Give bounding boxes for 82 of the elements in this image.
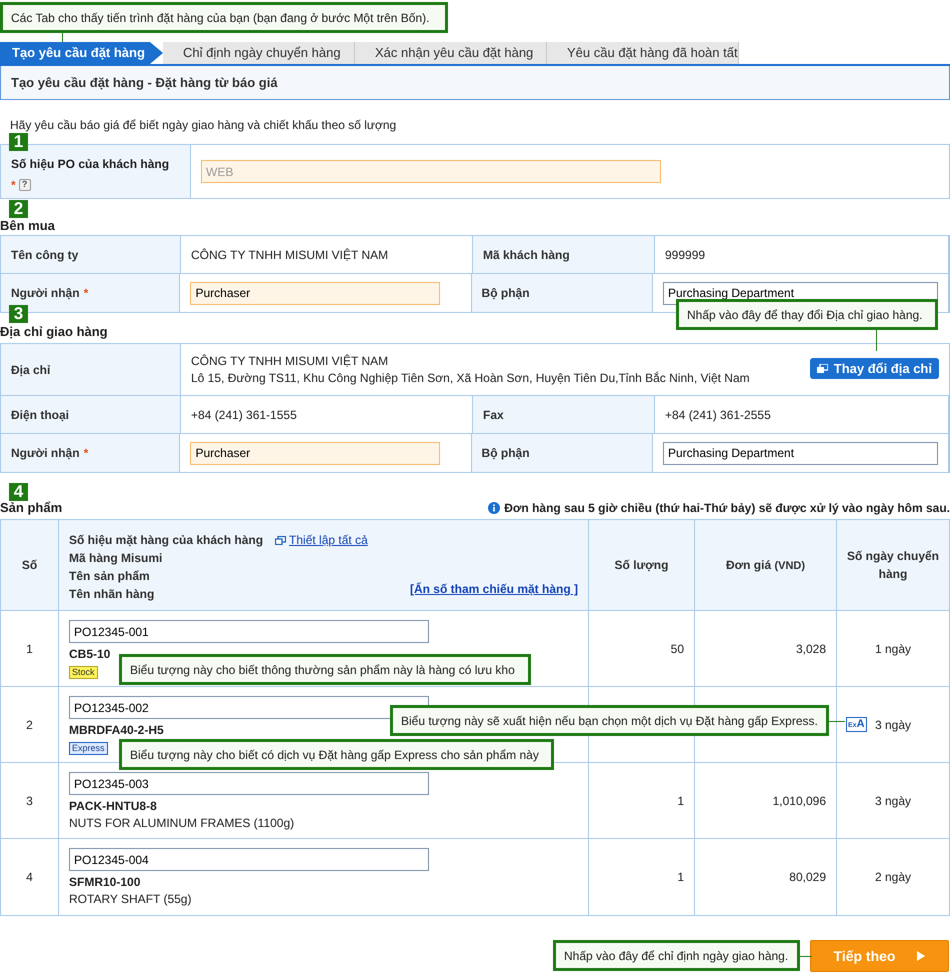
- field-value: +84 (241) 361-1555: [191, 406, 297, 424]
- page-title: Tạo yêu cầu đặt hàng - Đặt hàng từ báo giá: [11, 74, 278, 92]
- section-title: Sản phẩm: [0, 498, 62, 517]
- field-label: Địa chỉ: [11, 362, 50, 378]
- callout-tooltip: Các Tab cho thấy tiến trình đặt hàng của bạn (bạn đang ở bước Một trên Bốn).: [0, 2, 448, 33]
- field-label: Số hiệu PO của khách hàng: [11, 156, 170, 173]
- column-header: Số: [22, 557, 38, 574]
- progress-tab[interactable]: Xác nhận yêu cầu đặt hàng: [355, 42, 547, 64]
- field-label: Người nhận *: [11, 445, 88, 462]
- item-code: SFMR10-100: [69, 874, 140, 891]
- callout-tooltip: Biểu tượng này cho biết có dịch vụ Đặt hàng gấp Express cho sản phẩm này: [119, 739, 554, 770]
- item-name: ROTARY SHAFT (55g): [69, 891, 192, 908]
- unit-price: 3,028: [796, 640, 826, 658]
- window-icon: [816, 364, 828, 373]
- column-header: Số hiệu mặt hàng của khách hàng: [69, 532, 264, 549]
- item-name: NUTS FOR ALUMINUM FRAMES (1100g): [69, 815, 294, 832]
- intro-text: Hãy yêu cầu báo giá để biết ngày giao hàng và chiết khấu theo số lượng: [10, 118, 396, 132]
- callout-tooltip: Nhấp vào đây để chỉ định ngày giao hàng.: [553, 940, 800, 971]
- shipping-days: 1 ngày: [874, 640, 912, 658]
- column-header: Số ngày chuyển hàng: [846, 548, 940, 583]
- address-line: Lô 15, Đường TS11, Khu Công Nghiệp Tiên Sơn, Xã Hoàn Sơn, Huyện Tiên Du,Tỉnh Bắc Ninh, Việt Nam: [191, 370, 750, 386]
- window-icon: [275, 536, 286, 544]
- input-field[interactable]: PO12345-003: [69, 772, 429, 795]
- quantity: 50: [670, 640, 684, 658]
- shipping-days: 3 ngày: [874, 716, 912, 734]
- step-number: 1: [9, 133, 28, 151]
- shipping-days: 3 ngày: [874, 792, 912, 810]
- field-value: 999999: [665, 246, 706, 264]
- step-number: 3: [9, 305, 28, 323]
- address-line: CÔNG TY TNHH MISUMI VIỆT NAM: [191, 352, 388, 370]
- callout-tooltip: Biểu tượng này cho biết thông thường sản phẩm này là hàng có lưu kho: [119, 654, 531, 685]
- quantity: 1: [677, 792, 684, 810]
- column-header: Mã hàng Misumi: [69, 550, 162, 567]
- field-label: Bộ phận: [482, 445, 530, 462]
- input-field[interactable]: WEB: [201, 160, 661, 183]
- field-label: Tên công ty: [11, 246, 78, 264]
- item-code: CB5-10: [69, 646, 110, 663]
- change-address-button[interactable]: Thay đổi địa chỉ: [810, 358, 939, 379]
- item-code: MBRDFA40-2-H5: [69, 722, 164, 739]
- column-header: Số lượng: [614, 557, 668, 574]
- hide-reference-link[interactable]: [Ẩn số tham chiếu mặt hàng ]: [410, 580, 578, 598]
- play-icon: [917, 951, 926, 961]
- row-number: 1: [26, 640, 33, 658]
- shipping-days: 2 ngày: [874, 868, 912, 886]
- stock-badge: Stock: [69, 666, 98, 679]
- input-field[interactable]: Purchaser: [190, 282, 440, 304]
- required-mark: *: [11, 177, 16, 194]
- field-value: +84 (241) 361-2555: [665, 406, 771, 424]
- column-header: Tên sản phẩm: [69, 568, 150, 585]
- field-value: CÔNG TY TNHH MISUMI VIỆT NAM: [191, 246, 388, 264]
- help-icon[interactable]: ?: [18, 179, 31, 191]
- step-number: 2: [9, 200, 28, 218]
- progress-tab[interactable]: Chỉ định ngày chuyển hàng: [163, 42, 355, 64]
- unit-price: 80,029: [789, 869, 826, 886]
- express-badge: Express: [69, 742, 108, 755]
- row-number: 4: [26, 869, 33, 886]
- input-field[interactable]: Purchasing Department: [663, 442, 938, 464]
- row-number: 2: [26, 716, 33, 734]
- section-title: Địa chỉ giao hàng: [0, 324, 108, 339]
- callout-tooltip: Biểu tượng này sẽ xuất hiện nếu bạn chọn một dịch vụ Đặt hàng gấp Express.: [390, 705, 829, 736]
- progress-tab[interactable]: Tạo yêu cầu đặt hàng: [0, 42, 163, 64]
- callout-tooltip: Nhấp vào đây để thay đổi Địa chỉ giao hàng.: [676, 299, 938, 330]
- column-header: Đơn giá (VND): [726, 556, 806, 574]
- item-code: PACK-HNTU8-8: [69, 798, 157, 815]
- field-label: Người nhận *: [11, 285, 88, 302]
- unit-price: 1,010,096: [772, 792, 826, 810]
- info-icon: [488, 502, 500, 514]
- input-field[interactable]: Purchaser: [190, 442, 440, 464]
- section-title: Bên mua: [0, 218, 55, 233]
- progress-tab[interactable]: Yêu cầu đặt hàng đã hoàn tất: [547, 42, 739, 64]
- input-field[interactable]: PO12345-004: [69, 848, 429, 871]
- field-label: Mã khách hàng: [483, 246, 570, 264]
- notice-text: Đơn hàng sau 5 giờ chiều (thứ hai-Thứ bảy) sẽ được xử lý vào ngày hôm sau.: [504, 500, 950, 517]
- row-number: 3: [26, 792, 33, 810]
- input-field[interactable]: PO12345-001: [69, 620, 429, 643]
- field-label: Bộ phận: [482, 285, 530, 302]
- field-label: Điện thoại: [11, 406, 70, 424]
- set-all-link[interactable]: Thiết lập tất cả: [289, 531, 368, 549]
- column-header: Tên nhãn hàng: [69, 586, 154, 603]
- field-label: Fax: [483, 406, 504, 424]
- quantity: 1: [677, 869, 684, 886]
- step-number: 4: [9, 483, 28, 501]
